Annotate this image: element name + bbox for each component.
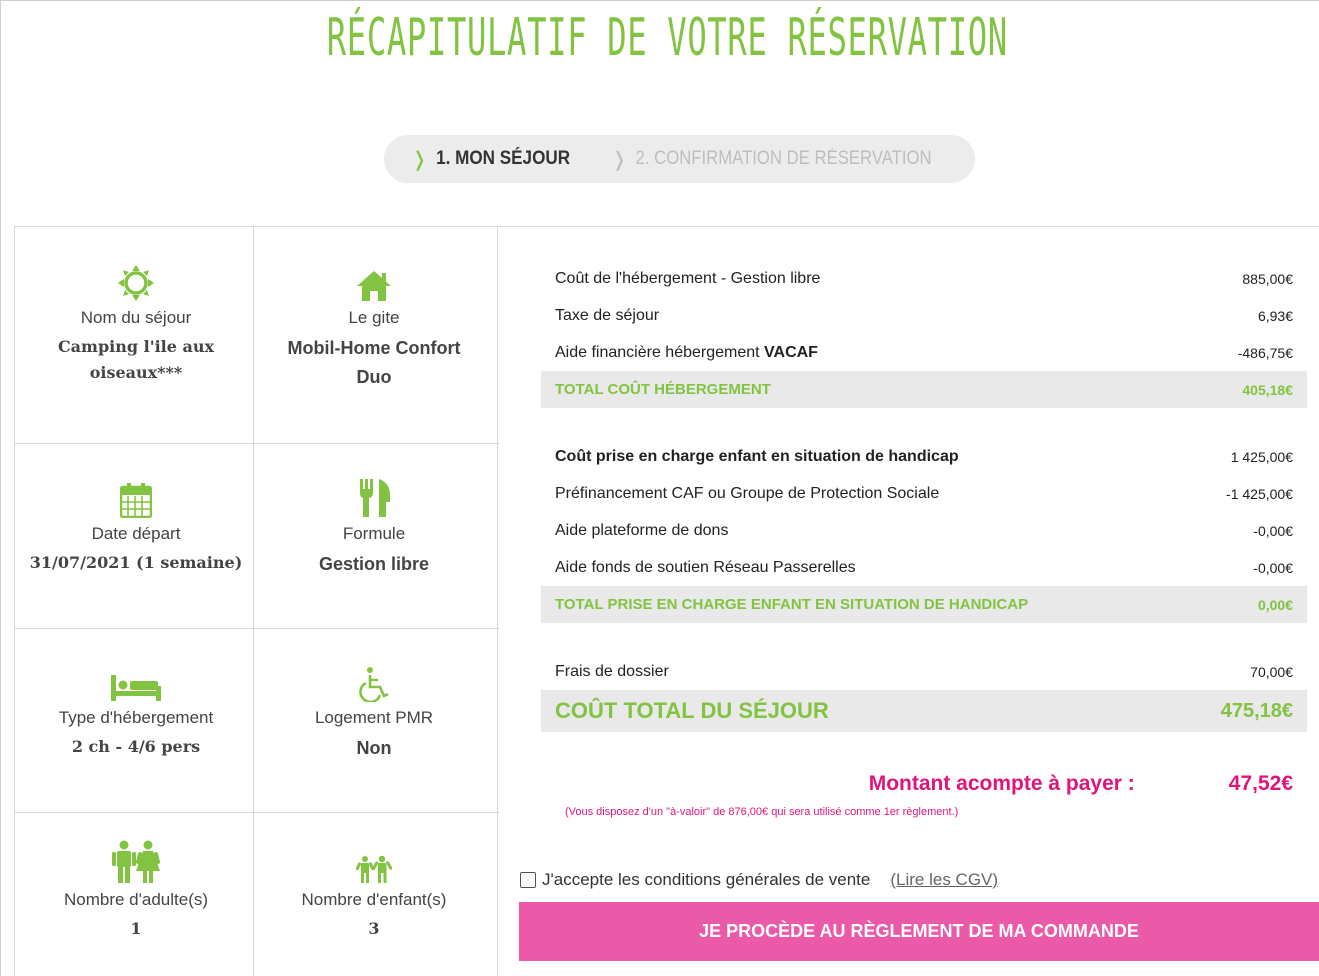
total-row-hebergement: TOTAL COÛT HÉBERGEMENT 405,18€ [541,371,1307,408]
step-label: 2. CONFIRMATION DE RÉSERVATION [635,148,932,169]
grand-total-label: COÛT TOTAL DU SÉJOUR [555,698,829,723]
detail-label: Date départ [91,524,181,543]
adults-icon [109,840,163,884]
detail-value: Mobil-Home Confort Duo [287,338,461,387]
page-title: Récapitulatif de votre réservation [326,8,1008,68]
terms-checkbox[interactable] [520,872,536,888]
cost-label: Aide financière hébergement VACAF [555,344,818,362]
detail-value: 1 [130,919,142,938]
detail-value: 3 [368,919,380,938]
cost-label: Frais de dossier [555,662,669,680]
deposit-note: (Vous disposez d'un "à-valoir" de 876,00… [565,806,959,818]
detail-label: Logement PMR [314,708,434,727]
step-mon-sejour[interactable]: ❭ 1. MON SÉJOUR [412,147,570,172]
cost-amount: 70,00€ [1250,663,1293,680]
divider [15,628,499,629]
bed-icon [110,666,162,702]
cost-amount: -486,75€ [1237,344,1293,361]
total-label: TOTAL PRISE EN CHARGE ENFANT EN SITUATIO… [555,596,1029,613]
deposit-amount: 47,52€ [1228,772,1293,795]
cost-amount: 885,00€ [1242,270,1293,287]
home-icon [356,266,392,302]
cost-summary: Coût de l'hébergement - Gestion libre 88… [541,260,1307,732]
detail-hebergement: Type d'hébergement 2 ch - 4/6 pers [15,666,257,760]
cost-amount: -0,00€ [1253,522,1293,539]
stay-details-grid: Nom du séjour Camping l'ile aux oiseaux*… [14,226,499,976]
detail-value: Camping l'ile aux oiseaux*** [57,337,215,382]
deposit-label: Montant acompte à payer : [868,772,1135,795]
cgv-link[interactable]: (Lire les CGV) [890,870,998,890]
grand-total-row: COÛT TOTAL DU SÉJOUR 475,18€ [541,690,1307,732]
chevron-right-icon: ❭ [412,148,428,171]
wheelchair-icon [356,666,392,702]
grand-total-amount: 475,18€ [1220,699,1293,722]
cost-row: Aide financière hébergement VACAF -486,7… [541,334,1307,371]
steps-breadcrumb: ❭ 1. MON SÉJOUR ❭ 2. CONFIRMATION DE RÉS… [384,135,975,183]
chevron-right-icon: ❭ [612,148,627,171]
terms-label[interactable]: J'accepte les conditions générales de ve… [542,870,870,890]
cost-label: Aide plateforme de dons [555,521,729,539]
detail-adultes: Nombre d'adulte(s) 1 [15,840,257,942]
cost-label-text: Aide financière hébergement [555,343,765,361]
cost-amount: 6,93€ [1257,307,1293,324]
detail-value: 2 ch - 4/6 pers [71,737,201,756]
calendar-icon [120,482,152,518]
detail-label: Nom du séjour [80,308,192,327]
detail-value: Non [356,738,392,758]
cost-row: Aide plateforme de dons -0,00€ [541,512,1307,549]
detail-pmr: Logement PMR Non [253,666,495,763]
divider [15,812,499,813]
cost-amount: -1 425,00€ [1226,485,1293,502]
cost-label: Coût de l'hébergement - Gestion libre [555,269,821,287]
divider [15,443,499,444]
children-icon [356,854,392,884]
cost-row: Coût de l'hébergement - Gestion libre 88… [541,260,1307,297]
detail-label: Nombre d'adulte(s) [63,890,209,909]
cost-amount: 1 425,00€ [1230,448,1293,465]
total-label: TOTAL COÛT HÉBERGEMENT [555,381,771,398]
total-amount: 405,18€ [1242,381,1293,398]
detail-value: 31/07/2021 (1 semaine) [29,553,243,572]
step-label: 1. MON SÉJOUR [436,148,571,169]
detail-value: Gestion libre [318,554,430,574]
deposit-section: Montant acompte à payer : 47,52€ (Vous d… [541,772,1307,818]
total-amount: 0,00€ [1257,596,1293,613]
cost-label: Aide fonds de soutien Réseau Passerelles [555,558,856,576]
cost-label: Préfinancement CAF ou Groupe de Protecti… [555,484,940,502]
detail-label: Formule [342,524,406,543]
cost-amount: -0,00€ [1253,559,1293,576]
cost-row: Coût prise en charge enfant en situation… [541,438,1307,475]
detail-enfants: Nombre d'enfant(s) 3 [253,854,495,942]
step-confirmation[interactable]: ❭ 2. CONFIRMATION DE RÉSERVATION [612,147,932,172]
pay-button[interactable]: JE PROCÈDE AU RÈGLEMENT DE MA COMMANDE [519,902,1319,961]
cutlery-icon [357,479,391,518]
detail-label: Type d'hébergement [58,708,214,727]
detail-gite: Le gite Mobil-Home Confort Duo [253,266,495,392]
sun-icon [117,265,155,302]
terms-acceptance: J'accepte les conditions générales de ve… [520,870,998,890]
cost-row-frais: Frais de dossier 70,00€ [541,653,1307,690]
total-row-handicap: TOTAL PRISE EN CHARGE ENFANT EN SITUATIO… [541,586,1307,623]
cost-label: Taxe de séjour [555,306,660,324]
detail-label: Le gite [348,308,400,327]
cost-label-strong: VACAF [764,343,818,361]
detail-date: Date départ 31/07/2021 (1 semaine) [15,482,257,576]
detail-formule: Formule Gestion libre [253,479,495,579]
detail-label: Nombre d'enfant(s) [301,890,447,909]
cost-row: Taxe de séjour 6,93€ [541,297,1307,334]
detail-sejour: Nom du séjour Camping l'ile aux oiseaux*… [15,265,257,385]
cost-label: Coût prise en charge enfant en situation… [555,447,959,465]
cost-row: Aide fonds de soutien Réseau Passerelles… [541,549,1307,586]
deposit-line: Montant acompte à payer : 47,52€ [541,772,1307,796]
cost-row: Préfinancement CAF ou Groupe de Protecti… [541,475,1307,512]
